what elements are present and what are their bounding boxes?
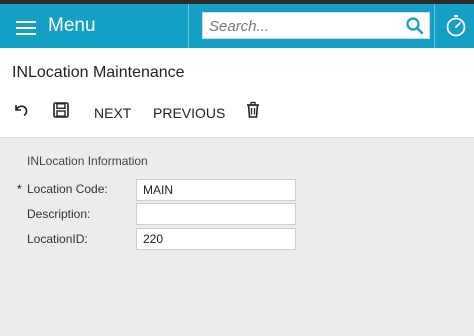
search-box[interactable]: [202, 12, 430, 39]
previous-button[interactable]: PREVIOUS: [153, 105, 225, 121]
location-code-field[interactable]: [136, 179, 296, 201]
section-title: INLocation Information: [27, 154, 148, 168]
location-id-field[interactable]: [136, 228, 296, 250]
stopwatch-icon[interactable]: [444, 14, 468, 38]
form-panel: INLocation Information * Location Code: …: [0, 139, 474, 336]
description-label: Description:: [27, 207, 91, 221]
menu-label[interactable]: Menu: [48, 15, 96, 37]
title-bar: INLocation Maintenance NEXT PREVIOUS: [0, 48, 474, 138]
divider: [434, 4, 435, 48]
top-bar: Menu: [0, 0, 474, 48]
undo-icon[interactable]: [12, 101, 30, 119]
page-title: INLocation Maintenance: [12, 64, 185, 81]
required-marker: *: [17, 182, 22, 196]
description-field[interactable]: [136, 203, 296, 225]
menu-button[interactable]: Menu: [0, 4, 188, 48]
divider: [188, 4, 189, 48]
location-code-label: Location Code:: [27, 182, 108, 196]
save-icon[interactable]: [52, 101, 70, 119]
location-id-label: LocationID:: [27, 232, 88, 246]
trash-icon[interactable]: [244, 101, 262, 119]
search-icon[interactable]: [405, 16, 425, 36]
hamburger-icon[interactable]: [16, 21, 36, 35]
next-button[interactable]: NEXT: [94, 105, 131, 121]
search-input[interactable]: [209, 17, 399, 35]
